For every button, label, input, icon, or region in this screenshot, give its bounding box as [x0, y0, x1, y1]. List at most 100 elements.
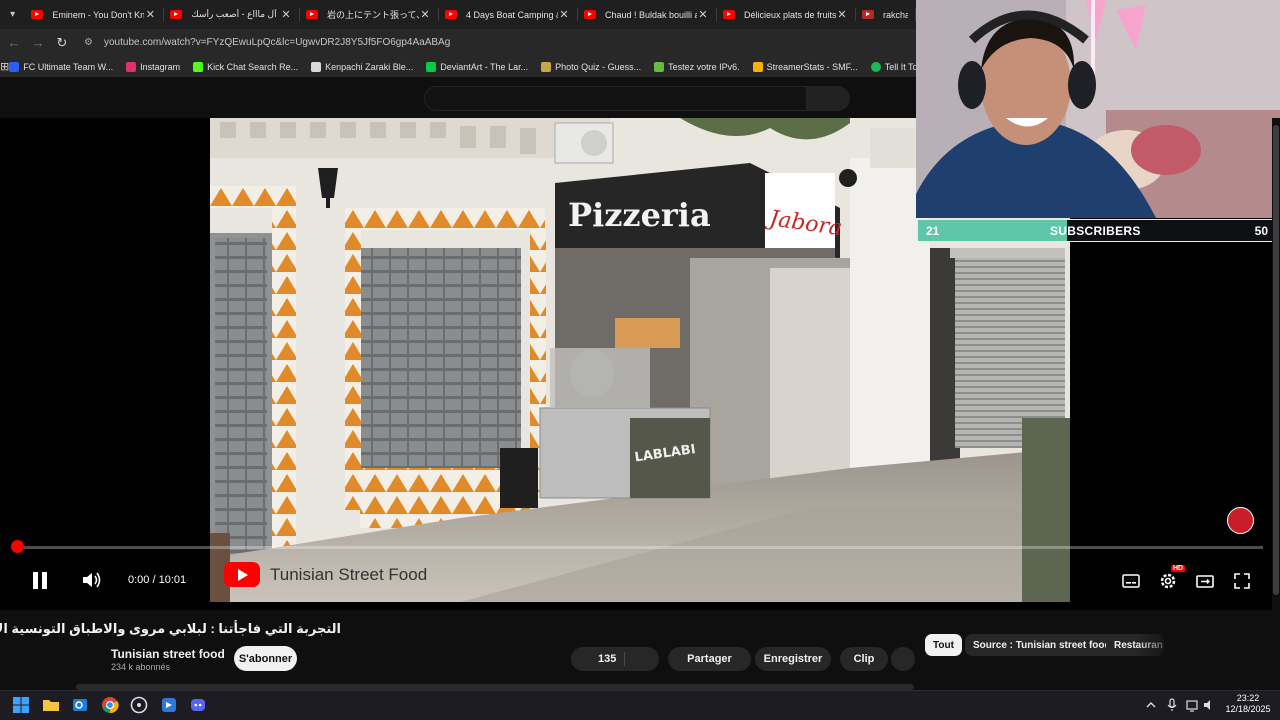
apps-grid-icon[interactable]: ⊞	[0, 60, 9, 73]
pause-button[interactable]	[30, 570, 50, 592]
bookmark-label: Photo Quiz - Guess...	[555, 61, 642, 72]
tab-title: rakcha na3	[883, 9, 908, 20]
bookmark-favicon	[9, 61, 20, 72]
bookmark-label: StreamerStats - SMF...	[766, 61, 858, 72]
browser-tab[interactable]: 4 Days Boat Camping & C✕	[439, 0, 578, 29]
clip-button[interactable]: Clip	[840, 647, 888, 671]
close-tab-icon[interactable]: ✕	[836, 8, 848, 21]
browser-tab[interactable]: Délicieux plats de fruits d ✕	[717, 0, 856, 29]
progress-bar[interactable]	[17, 546, 1263, 549]
spotify-icon	[870, 61, 881, 72]
close-tab-icon[interactable]: ✕	[280, 8, 292, 21]
more-actions-button[interactable]	[891, 647, 915, 671]
theater-mode-icon[interactable]	[1194, 570, 1216, 592]
share-button[interactable]: Partager	[668, 647, 751, 671]
channel-avatar[interactable]	[76, 644, 104, 672]
bookmark[interactable]: Testez votre IPv6.	[654, 61, 740, 72]
chip-all[interactable]: Tout	[925, 634, 962, 656]
subscriber-goal-bar: 21 SUBSCRIBERS 50	[917, 219, 1274, 242]
youtube-icon	[306, 10, 318, 19]
tab-search-icon[interactable]: ▾	[0, 0, 25, 29]
bookmark[interactable]: Kenpachi Zaraki Ble...	[311, 61, 413, 72]
bookmark[interactable]: Instagram	[126, 61, 180, 72]
stats-icon	[752, 61, 763, 72]
browser-tab[interactable]: Chaud ! Buldak bouilli ave✕	[578, 0, 717, 29]
bookmark-favicon	[311, 61, 322, 72]
search-button[interactable]	[807, 86, 850, 111]
chip-source[interactable]: Source : Tunisian street food	[965, 634, 1119, 656]
youtube-icon	[584, 10, 596, 19]
subscribe-button[interactable]: S'abonner	[234, 646, 297, 671]
speaker-icon[interactable]	[1201, 696, 1219, 714]
youtube-icon	[31, 10, 44, 19]
outlook-icon[interactable]	[71, 696, 89, 714]
bookmark[interactable]: FC Ultimate Team W...	[9, 61, 114, 72]
bookmark[interactable]: DeviantArt - The Lar...	[426, 61, 528, 72]
youtube-masthead	[0, 77, 916, 118]
tab-title: آل ماااع - أصعب رأسك	[191, 9, 277, 19]
bookmark[interactable]: Kick Chat Search Re...	[193, 61, 299, 72]
tab-title: Eminem - You Don't Know	[52, 9, 145, 20]
watermark-text: Tunisian Street Food	[270, 564, 428, 584]
forward-icon[interactable]: →	[26, 35, 50, 50]
reload-icon[interactable]: ↻	[50, 35, 74, 51]
clip-label: Clip	[853, 653, 875, 665]
bookmark[interactable]: Tell It To My Heart -...	[870, 61, 916, 72]
close-tab-icon[interactable]: ✕	[558, 8, 570, 21]
share-label: Partager	[687, 653, 732, 665]
back-icon[interactable]: ←	[2, 35, 26, 50]
bookmark[interactable]: Photo Quiz - Guess...	[541, 61, 642, 72]
app-icon[interactable]	[160, 696, 178, 714]
microphone-icon[interactable]	[1163, 696, 1181, 714]
url-field[interactable]: ⚙ youtube.com/watch?v=FYzQEwuLpQc&lc=Ugw…	[80, 32, 900, 53]
screen: ▾ Eminem - You Don't Know✕ آل ماااع - أص…	[0, 0, 1280, 720]
bookmark-label: Kick Chat Search Re...	[207, 61, 299, 72]
close-tab-icon[interactable]: ✕	[419, 8, 431, 21]
deviantart-icon	[426, 61, 437, 72]
channel-name[interactable]: Tunisian street food	[111, 647, 225, 661]
url-text: youtube.com/watch?v=FYzQEwuLpQc&lc=UgwvD…	[104, 37, 451, 48]
close-tab-icon[interactable]: ✕	[697, 8, 709, 21]
settings-gear-icon[interactable]	[1157, 570, 1179, 592]
close-tab-icon[interactable]: ✕	[144, 8, 156, 21]
site-info-icon[interactable]: ⚙	[84, 37, 98, 48]
fullscreen-icon[interactable]	[1231, 570, 1253, 592]
system-clock[interactable]: 23:22 12/18/2025	[1222, 693, 1274, 715]
network-icon[interactable]	[1184, 696, 1202, 714]
search-input[interactable]	[424, 86, 807, 111]
time-display: 0:00 / 10:01	[128, 574, 187, 586]
bookmark[interactable]: StreamerStats - SMF...	[752, 61, 858, 72]
scrollbar-thumb[interactable]	[1273, 125, 1279, 595]
instagram-icon	[126, 61, 137, 72]
clock-date: 12/18/2025	[1225, 704, 1271, 714]
subscriber-goal-label: SUBSCRIBERS	[1050, 224, 1141, 238]
chrome-icon[interactable]	[101, 696, 119, 714]
browser-tab[interactable]: 岩の上にテント張って、一日✕	[300, 0, 439, 29]
channel-logo-icon[interactable]	[1227, 507, 1254, 534]
windows-start-icon[interactable]	[12, 696, 30, 714]
subscriber-goal-fill	[918, 220, 1068, 241]
chips-fade	[1136, 630, 1176, 660]
streamer-camera	[916, 0, 1280, 218]
discord-icon[interactable]	[189, 696, 207, 714]
tab-title: Chaud ! Buldak bouilli ave	[605, 9, 697, 20]
volume-icon[interactable]	[81, 570, 103, 590]
subtitles-icon[interactable]	[1120, 570, 1142, 592]
youtube-icon	[723, 10, 735, 19]
obs-icon[interactable]	[130, 696, 148, 714]
subscriber-count: 21	[926, 224, 940, 238]
browser-tab[interactable]: Eminem - You Don't Know✕	[25, 0, 165, 29]
like-button[interactable]: 135	[571, 647, 659, 671]
scrubber-handle[interactable]	[11, 540, 24, 553]
bookmark-label: FC Ultimate Team W...	[23, 61, 114, 72]
tray-chevron-icon[interactable]	[1142, 696, 1160, 714]
save-label: Enregistrer	[763, 653, 823, 665]
browser-tab[interactable]: rakcha na3	[856, 0, 916, 29]
save-button[interactable]: Enregistrer	[755, 647, 831, 671]
tab-title: 4 Days Boat Camping & C	[466, 9, 558, 20]
tab-bar: ▾ Eminem - You Don't Know✕ آل ماااع - أص…	[0, 0, 916, 29]
browser-tab[interactable]: آل ماااع - أصعب رأسك ✕	[164, 0, 300, 29]
address-bar: ← → ↻ ⚙ youtube.com/watch?v=FYzQEwuLpQc&…	[0, 29, 916, 56]
like-dislike-divider	[624, 652, 625, 666]
file-explorer-icon[interactable]	[42, 696, 60, 714]
